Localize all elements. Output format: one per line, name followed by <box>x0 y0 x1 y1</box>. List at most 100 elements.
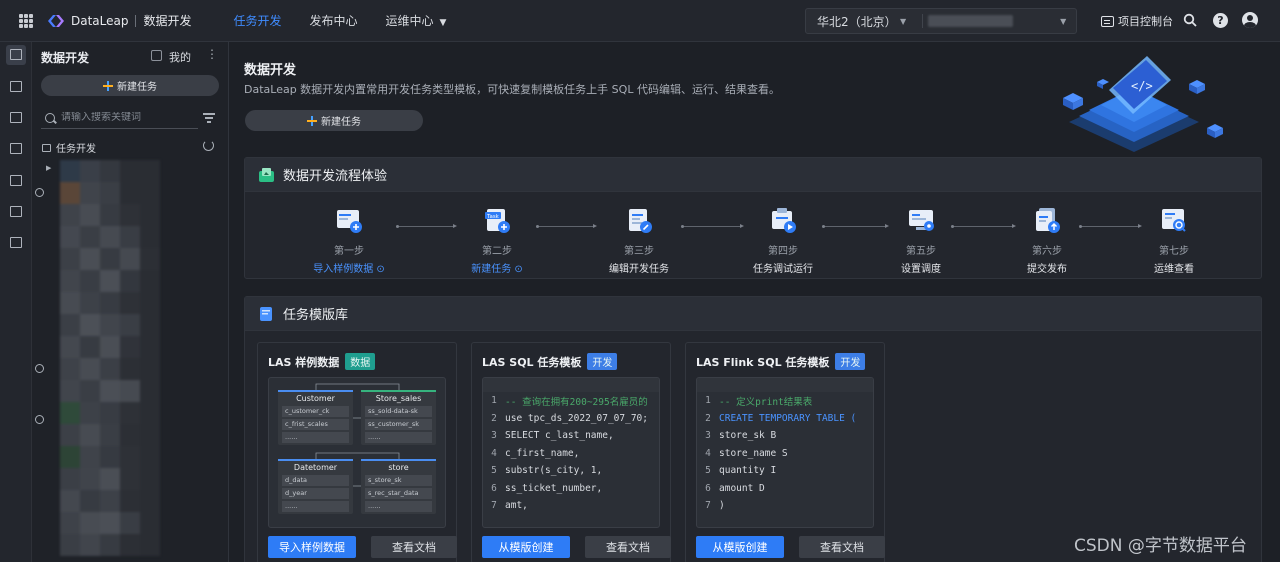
side-search-input[interactable] <box>61 112 191 123</box>
side-title: 数据开发 <box>41 51 90 65</box>
filter-icon[interactable] <box>203 113 215 123</box>
flow-steps: 第一步 导入样例数据 ⊙ Task 第二步 新建任务 ⊙ 第三步 编辑开发任务 … <box>245 193 1261 281</box>
step-7: 第七步 运维查看 <box>1109 205 1239 275</box>
csdn-watermark: CSDN @字节数据平台 <box>1074 536 1247 556</box>
search-icon <box>45 112 55 123</box>
line-number: 3 <box>705 430 711 442</box>
code-text: use tpc_ds_2022_07_07_70; <box>505 412 648 424</box>
project-select-blurred[interactable] <box>928 15 1014 27</box>
nav-task-dev[interactable]: 任务开发 <box>234 0 282 42</box>
clock-icon <box>35 188 44 197</box>
code-text: substr(s_city, 1, <box>505 465 603 477</box>
tree-caret-icon[interactable]: ▶ <box>46 164 51 172</box>
debug-run-icon <box>772 208 796 233</box>
code-line: 2 use tpc_ds_2022_07_07_70; <box>483 410 659 428</box>
code-line: 7 amt, <box>483 497 659 515</box>
code-glyph <box>10 49 22 60</box>
region-caret-icon: ▼ <box>900 16 907 26</box>
library-card-title: 任务模版库 <box>283 308 349 323</box>
tag-dev: 开发 <box>835 353 866 370</box>
rail-resource-icon[interactable] <box>6 233 26 253</box>
import-sample-button[interactable]: 导入样例数据 <box>268 536 356 558</box>
template-card-las-sql: LAS SQL 任务模板 开发 1 -- 查询在拥有200~295名雇员的 2 us… <box>471 342 671 562</box>
page-description: DataLeap 数据开发内置常用开发任务类型模板，可快速复制模板任务上手 SQ… <box>244 83 780 96</box>
line-number: 1 <box>705 395 711 407</box>
rail-code-icon[interactable] <box>6 45 26 65</box>
step-5-name: 设置调度 <box>901 264 941 275</box>
line-number: 2 <box>705 412 711 424</box>
view-docs-button[interactable]: 查看文档 <box>371 536 457 558</box>
search-icon[interactable] <box>1183 13 1197 27</box>
code-line: 4 store_name S <box>697 445 873 463</box>
step-1: 第一步 导入样例数据 ⊙ <box>284 205 414 275</box>
code-text: store_name S <box>719 447 788 459</box>
more-icon[interactable]: ⋮ <box>206 47 218 61</box>
step-4-num: 第四步 <box>768 246 798 257</box>
step-6-num: 第六步 <box>1032 246 1062 257</box>
top-nav: 任务开发 发布中心 运维中心 ▼ <box>234 0 475 42</box>
tree-root-item[interactable]: 任务开发 <box>42 140 96 155</box>
create-from-template-button[interactable]: 从模版创建 <box>482 536 570 558</box>
project-console-link[interactable]: 项目控制台 <box>1101 13 1173 29</box>
view-docs-button[interactable]: 查看文档 <box>585 536 671 558</box>
flow-card-header: 数据开发流程体验 <box>245 158 1261 192</box>
ops-view-icon <box>1162 209 1186 232</box>
refresh-icon[interactable] <box>203 140 214 151</box>
brand-divider <box>135 14 137 27</box>
rail-query-icon[interactable] <box>6 77 26 97</box>
rail-layout-icon[interactable] <box>6 108 26 128</box>
edit-task-icon <box>629 209 652 233</box>
step-2-link[interactable]: 新建任务 ⊙ <box>432 260 562 275</box>
rail-chart-icon[interactable] <box>6 202 26 222</box>
folder-code-icon <box>42 143 51 152</box>
svg-text:</>: </> <box>1131 79 1153 93</box>
create-from-template-button[interactable]: 从模版创建 <box>696 536 784 558</box>
rail-list-icon[interactable] <box>6 139 26 159</box>
plus-icon <box>103 80 113 91</box>
template-2-title: LAS SQL 任务模板 <box>482 355 582 369</box>
line-number: 6 <box>491 482 497 494</box>
import-data-icon <box>337 210 362 233</box>
code-line: 7 ) <box>697 497 873 515</box>
user-avatar-icon[interactable] <box>1242 12 1258 28</box>
main-new-task-button[interactable]: 新建任务 <box>245 110 423 131</box>
side-search-box <box>41 107 198 129</box>
step-5-num: 第五步 <box>906 246 936 257</box>
code-text: quantity I <box>719 465 777 477</box>
clock-icon <box>35 415 44 424</box>
nav-release-center[interactable]: 发布中心 <box>310 0 358 42</box>
help-icon[interactable]: ? <box>1213 13 1228 28</box>
tag-data: 数据 <box>345 353 376 370</box>
nav-ops-center[interactable]: 运维中心 ▼ <box>386 0 447 42</box>
code-text: -- 查询在拥有200~295名雇员的 <box>505 396 648 408</box>
code-text: SELECT c_last_name, <box>505 430 614 442</box>
step-7-name: 运维查看 <box>1154 264 1194 275</box>
code-text: ss_ticket_number, <box>505 482 603 494</box>
step-1-num: 第一步 <box>334 246 364 257</box>
step-5: 第五步 设置调度 <box>856 205 986 275</box>
side-new-task-button[interactable]: 新建任务 <box>41 75 219 96</box>
logo[interactable]: DataLeap 数据开发 <box>47 12 192 29</box>
view-docs-button[interactable]: 查看文档 <box>799 536 885 558</box>
mine-checkbox[interactable] <box>151 50 162 61</box>
template-title: LAS SQL 任务模板 开发 <box>482 353 618 370</box>
step-2-num: 第二步 <box>482 246 512 257</box>
flow-card-title: 数据开发流程体验 <box>283 169 388 184</box>
step-1-link[interactable]: 导入样例数据 ⊙ <box>284 260 414 275</box>
flow-experience-icon <box>259 167 274 182</box>
rail-table-icon[interactable] <box>6 171 26 191</box>
region-select[interactable]: 华北2（北京） <box>817 13 897 30</box>
code-text: c_first_name, <box>505 447 580 459</box>
line-number: 5 <box>491 465 497 477</box>
code-line: 2 CREATE TEMPORARY TABLE ( <box>697 410 873 428</box>
selector-divider <box>922 14 924 28</box>
icon-rail <box>0 42 32 562</box>
region-project-selector[interactable]: 华北2（北京） ▼ ▼ <box>805 8 1077 34</box>
code-line: 1 -- 定义print结果表 <box>697 392 873 410</box>
app-grid-icon[interactable] <box>19 13 33 28</box>
brand-name: DataLeap <box>71 13 129 28</box>
code-line: 6 amount D <box>697 480 873 498</box>
flink-code-preview: 1 -- 定义print结果表 2 CREATE TEMPORARY TABLE (… <box>696 377 874 528</box>
tree-root-label: 任务开发 <box>56 144 96 155</box>
project-caret-icon: ▼ <box>1060 16 1067 26</box>
